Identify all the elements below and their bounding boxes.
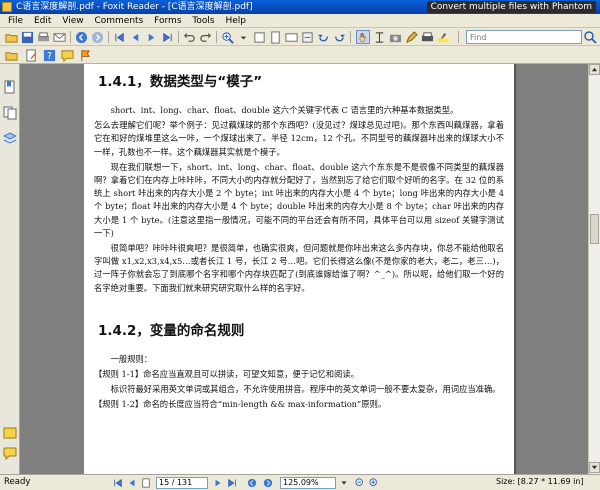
navigation-sidebar xyxy=(0,64,20,474)
open-folder-icon[interactable] xyxy=(4,30,18,44)
undo-icon[interactable] xyxy=(182,30,196,44)
status-prev-page-icon[interactable] xyxy=(126,477,138,489)
menu-forms[interactable]: Forms xyxy=(150,14,185,28)
menu-comments[interactable]: Comments xyxy=(90,14,147,28)
zoom-dropdown-icon[interactable] xyxy=(236,30,250,44)
zoom-level-field[interactable]: 125.09% xyxy=(280,477,336,489)
paragraph: 现在我们联想一下，short、int、long、char、float、doubl… xyxy=(94,161,504,238)
paragraph: 一般规则： xyxy=(110,353,153,364)
foxit-app-icon xyxy=(2,2,12,12)
window-title: C语言深度解剖.pdf - Foxit Reader - [C语言深度解剖.pd… xyxy=(16,2,253,12)
paragraph: short、int、long、char、float、double 这六个关键字代… xyxy=(110,105,459,115)
first-page-icon[interactable] xyxy=(112,30,126,44)
pdf-page[interactable]: 1.4.1，数据类型与“模子” short、int、long、char、floa… xyxy=(84,64,514,474)
status-last-page-icon[interactable] xyxy=(226,477,238,489)
rotate-left-icon[interactable] xyxy=(316,30,330,44)
status-next-view-icon[interactable] xyxy=(262,477,274,489)
highlight-icon[interactable] xyxy=(436,30,450,44)
document-viewer[interactable]: 1.4.1，数据类型与“模子” short、int、long、char、floa… xyxy=(20,64,588,474)
prev-page-icon[interactable] xyxy=(128,30,142,44)
bookmark-flag-icon[interactable] xyxy=(78,48,92,62)
scroll-down-icon[interactable] xyxy=(589,462,600,473)
pages-panel-icon[interactable] xyxy=(3,106,17,120)
redo-icon[interactable] xyxy=(198,30,212,44)
rule-1-2: 【规则 1-2】命名的长度应当符合“min-length && max-info… xyxy=(94,399,387,410)
find-input[interactable] xyxy=(466,30,582,44)
comment-note-icon[interactable] xyxy=(60,48,74,62)
menu-bar: File Edit View Comments Forms Tools Help xyxy=(0,14,600,28)
section-heading-1-4-2: 1.4.2，变量的命名规则 xyxy=(98,322,245,339)
fit-visible-icon[interactable] xyxy=(300,30,314,44)
email-icon[interactable] xyxy=(52,30,66,44)
scroll-thumb[interactable] xyxy=(590,214,599,244)
zoom-in-small-icon[interactable] xyxy=(368,477,380,489)
menu-file[interactable]: File xyxy=(4,14,27,28)
back-icon[interactable] xyxy=(74,30,88,44)
menu-edit[interactable]: Edit xyxy=(30,14,55,28)
menu-view[interactable]: View xyxy=(58,14,87,28)
comments-panel-icon[interactable] xyxy=(3,446,17,461)
rotate-right-icon[interactable] xyxy=(332,30,346,44)
edit-document-icon[interactable] xyxy=(24,48,38,62)
fit-width-icon[interactable] xyxy=(284,30,298,44)
status-bar: Ready 15 / 131 125.09% Size: [8.27 * 11.… xyxy=(0,474,600,490)
layers-panel-icon[interactable] xyxy=(2,132,18,146)
typewriter-icon[interactable] xyxy=(420,30,434,44)
paragraph: 标识符最好采用英文单词或其组合，不允许使用拼音。程序中的英文单词一般不要太复杂，… xyxy=(110,384,501,395)
promo-banner[interactable]: Convert multiple files with Phantom xyxy=(426,1,596,13)
select-text-icon[interactable] xyxy=(372,30,386,44)
status-first-page-icon[interactable] xyxy=(112,477,124,489)
actual-size-icon[interactable] xyxy=(252,30,266,44)
fit-page-icon[interactable] xyxy=(268,30,282,44)
help-icon[interactable]: ? xyxy=(42,48,56,62)
main-toolbar xyxy=(0,28,600,46)
paragraph: 很简单吧？咔咔咔很爽吧？是很简单，也确实很爽，但问题就是你咔出来这么多内存块，你… xyxy=(94,243,504,293)
page-size-readout: Size: [8.27 * 11.69 in] xyxy=(496,477,584,486)
find-search-icon[interactable] xyxy=(583,30,597,44)
status-ready: Ready xyxy=(4,477,31,487)
vertical-scrollbar[interactable] xyxy=(588,64,600,474)
status-page-icon xyxy=(140,477,152,489)
page-number-field[interactable]: 15 / 131 xyxy=(156,477,208,489)
title-bar: C语言深度解剖.pdf - Foxit Reader - [C语言深度解剖.pd… xyxy=(0,0,600,14)
zoom-out-icon[interactable] xyxy=(354,477,366,489)
rule-1-1: 【规则 1-1】命名应当直观且可以拼读，可望文知意，便于记忆和阅读。 xyxy=(94,369,359,380)
svg-text:?: ? xyxy=(47,51,52,62)
snapshot-icon[interactable] xyxy=(388,30,402,44)
forward-icon[interactable] xyxy=(90,30,104,44)
scroll-up-icon[interactable] xyxy=(589,64,600,75)
paragraph: 怎么去理解它们呢？举个例子：见过藕煤球的那个东西吧？(没见过？煤球总见过吧)。那… xyxy=(94,120,504,157)
next-page-icon[interactable] xyxy=(144,30,158,44)
pen-tool-icon[interactable] xyxy=(404,30,418,44)
print-icon[interactable] xyxy=(36,30,50,44)
status-prev-view-icon[interactable] xyxy=(246,477,258,489)
bookmarks-panel-icon[interactable] xyxy=(3,80,17,94)
menu-tools[interactable]: Tools xyxy=(188,14,218,28)
zoom-in-icon[interactable] xyxy=(220,30,234,44)
zoom-dropdown-arrow-icon[interactable] xyxy=(338,477,350,489)
last-page-icon[interactable] xyxy=(160,30,174,44)
section-heading-1-4-1: 1.4.1，数据类型与“模子” xyxy=(98,74,263,90)
hand-tool-icon[interactable] xyxy=(356,30,370,44)
menu-help[interactable]: Help xyxy=(221,14,250,28)
save-icon[interactable] xyxy=(20,30,34,44)
status-next-page-icon[interactable] xyxy=(212,477,224,489)
attachments-panel-icon[interactable] xyxy=(3,426,17,440)
secondary-toolbar: ? xyxy=(0,46,600,64)
folder-icon[interactable] xyxy=(4,48,18,62)
